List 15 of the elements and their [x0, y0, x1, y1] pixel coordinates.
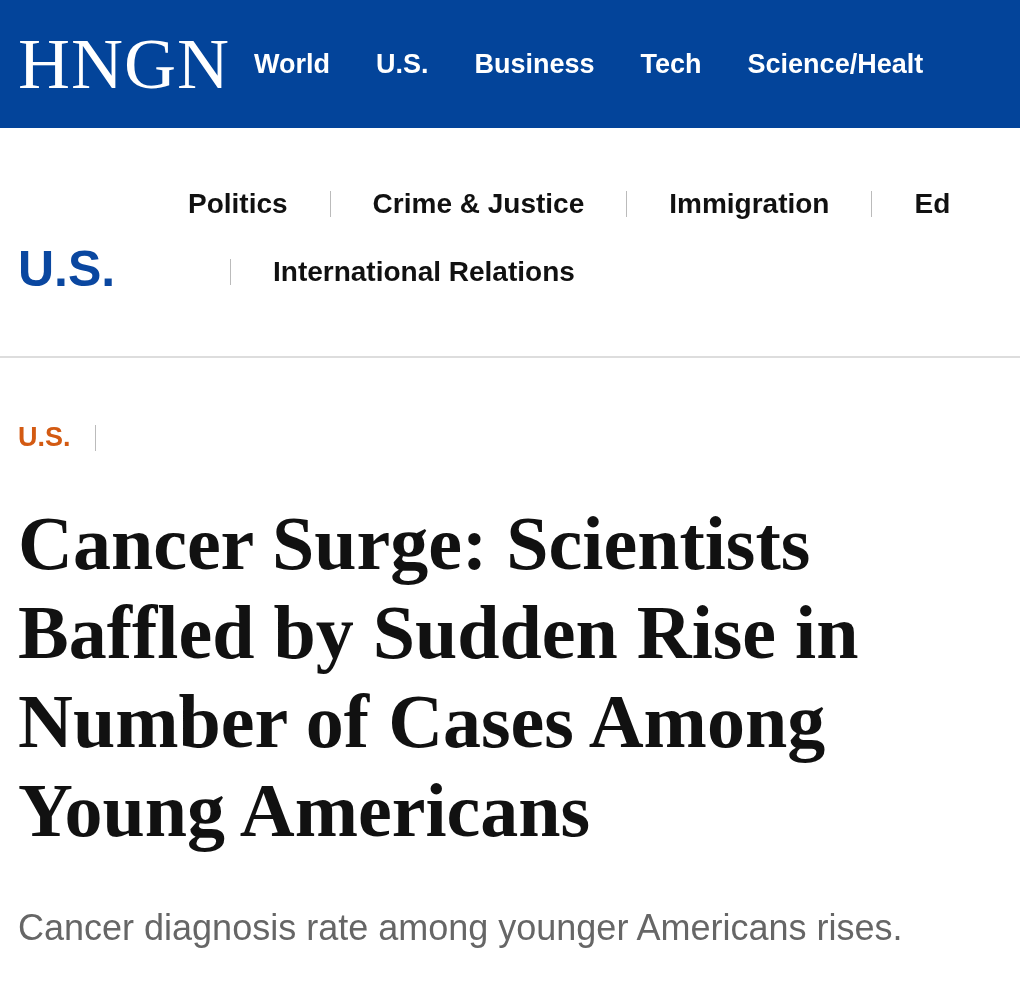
subnav-link[interactable]: Immigration: [669, 188, 830, 220]
nav-link[interactable]: World: [254, 48, 330, 80]
article-subtitle: Cancer diagnosis rate among younger Americans rises.: [18, 907, 904, 949]
article-headline: Cancer Surge: Scientists Baffled by Sudden Rise in Number of Cases Among Young Americans: [18, 500, 860, 854]
subnav-link[interactable]: Crime & Justice: [372, 188, 585, 220]
subnav-link[interactable]: International Relations: [273, 256, 575, 288]
nav-link[interactable]: Business: [474, 48, 595, 80]
nav-link[interactable]: U.S.: [376, 48, 429, 80]
subnav-link[interactable]: Politics: [188, 188, 288, 220]
section-title: U.S.: [18, 240, 116, 298]
nav-link[interactable]: Science/Healt: [747, 48, 924, 80]
nav-link[interactable]: Tech: [640, 48, 702, 80]
subnav-link[interactable]: Ed: [914, 188, 951, 220]
category-link[interactable]: U.S.: [18, 422, 71, 453]
site-logo[interactable]: HNGN: [18, 28, 230, 100]
